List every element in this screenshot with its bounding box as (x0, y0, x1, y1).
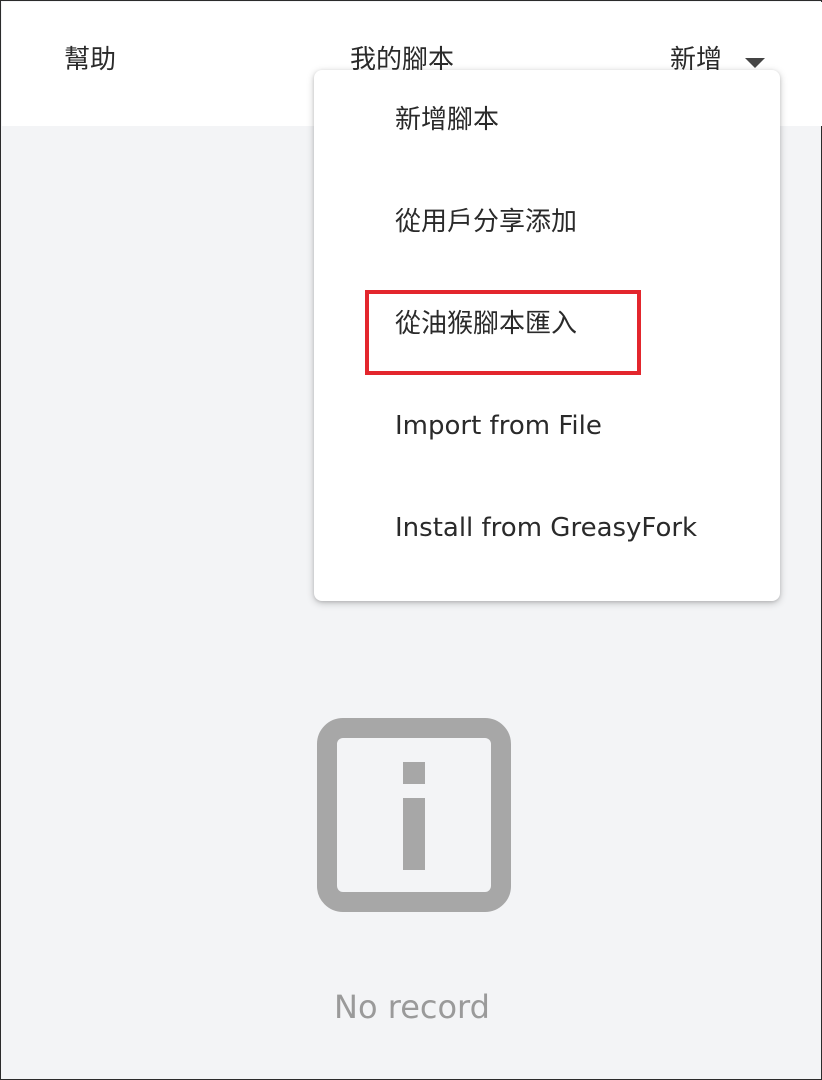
app-frame: 幫助 我的腳本 新增 新增腳本 從用戶分享添加 從油猴腳本匯入 Import f… (0, 0, 822, 1080)
menu-item-label: Import from File (395, 411, 602, 441)
empty-state-text: No record (334, 988, 490, 1026)
menu-item-label: 從用戶分享添加 (395, 207, 578, 237)
menu-item-install-from-greasyfork[interactable]: Install from GreasyFork (314, 478, 780, 580)
info-icon (317, 718, 511, 912)
menu-item-add-from-shared[interactable]: 從用戶分享添加 (314, 172, 780, 274)
caret-down-icon[interactable] (745, 58, 765, 68)
menu-item-label: 新增腳本 (395, 105, 500, 135)
help-link[interactable]: 幫助 (64, 40, 116, 80)
highlight-box (365, 290, 641, 375)
menu-item-new-script[interactable]: 新增腳本 (314, 70, 780, 172)
menu-item-label: Install from GreasyFork (395, 513, 698, 543)
menu-item-import-from-file[interactable]: Import from File (314, 376, 780, 478)
